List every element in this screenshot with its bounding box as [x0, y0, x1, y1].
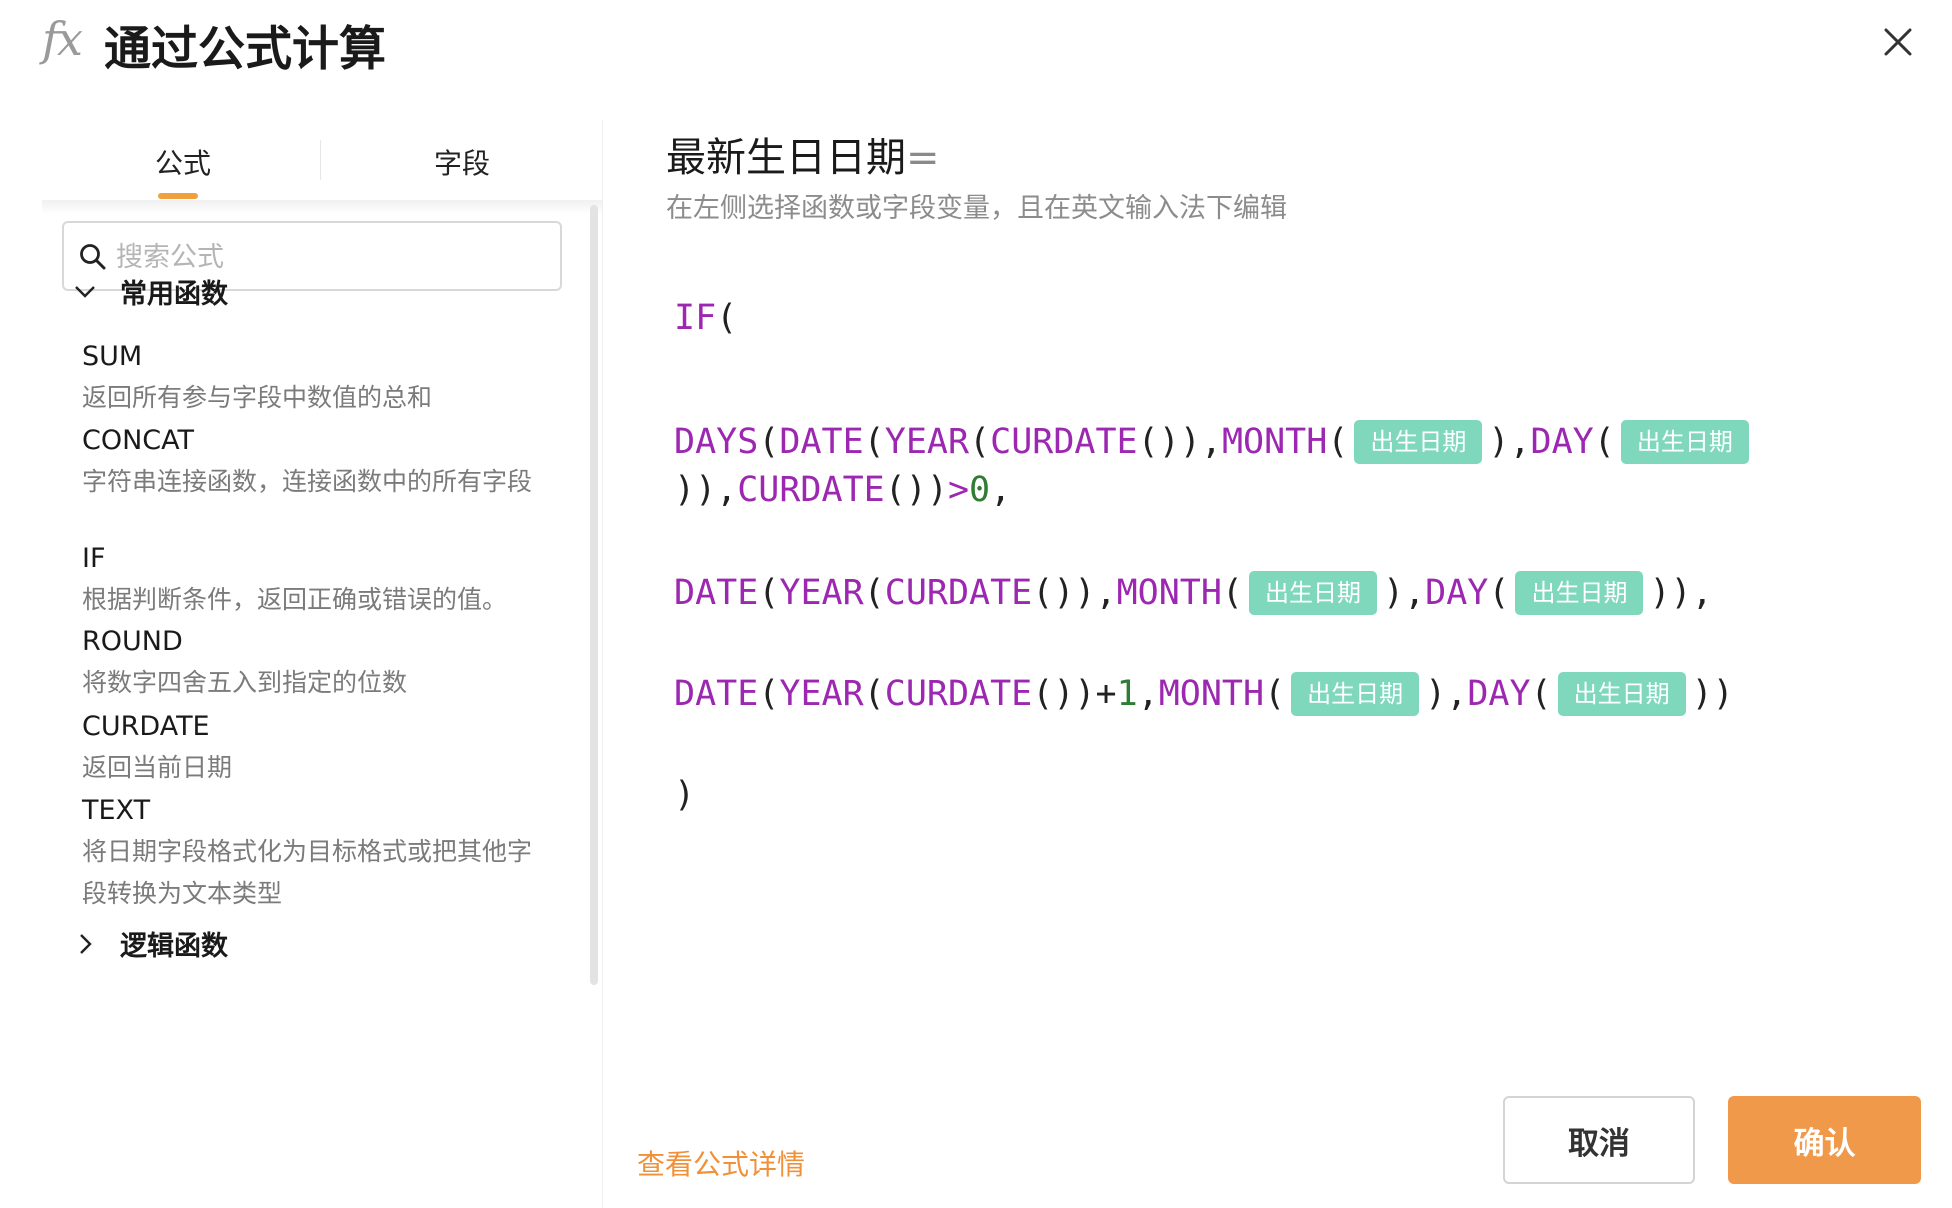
function-item-text[interactable]: TEXT 将日期字段格式化为目标格式或把其他字段转换为文本类型 — [82, 791, 542, 915]
field-chip[interactable]: 出生日期 — [1557, 672, 1686, 716]
formula-line: DATE(YEAR(CURDATE ()), MONTH(出生日期), DAY(出生日… — [674, 571, 1713, 615]
function-name: TEXT — [82, 795, 151, 826]
function-name: SUM — [82, 341, 143, 372]
active-tab-indicator — [158, 193, 198, 199]
group-logic-functions[interactable]: 逻辑函数 — [72, 924, 228, 963]
group-label: 常用函数 — [120, 279, 228, 310]
fx-icon: fx — [42, 12, 83, 66]
function-item-concat[interactable]: CONCAT 字符串连接函数，连接函数中的所有字段 — [82, 421, 542, 503]
field-chip[interactable]: 出生日期 — [1620, 420, 1749, 464]
field-name-heading: 最新生日日期= — [666, 125, 940, 183]
field-chip[interactable]: 出生日期 — [1249, 571, 1377, 615]
function-description: 将日期字段格式化为目标格式或把其他字段转换为文本类型 — [82, 837, 533, 908]
formula-line: DATE(YEAR(CURDATE ())+ 1, MONTH(出生日期), DAY(出… — [674, 672, 1734, 716]
function-description: 字符串连接函数，连接函数中的所有字段 — [82, 467, 533, 496]
function-name: CONCAT — [82, 425, 195, 456]
confirm-button[interactable]: 确认 — [1728, 1096, 1921, 1184]
function-item-sum[interactable]: SUM 返回所有参与字段中数值的总和 — [82, 337, 542, 419]
cancel-button[interactable]: 取消 — [1503, 1096, 1695, 1184]
chevron-right-icon — [80, 933, 92, 954]
formula-line: IF( — [674, 298, 738, 338]
formula-details-link[interactable]: 查看公式详情 — [637, 1143, 805, 1183]
function-item-curdate[interactable]: CURDATE 返回当前日期 — [82, 707, 542, 789]
formula-line: DAYS(DATE(YEAR(CURDATE ()), MONTH(出生日期), DA… — [674, 420, 1755, 464]
field-chip[interactable]: 出生日期 — [1354, 420, 1483, 464]
function-description: 返回当前日期 — [82, 753, 233, 782]
tab-formula[interactable]: 公式 — [155, 142, 211, 182]
tab-bar-shadow — [42, 200, 602, 214]
formula-function: IF — [674, 298, 717, 338]
search-icon — [78, 242, 108, 272]
formula-line: ) — [674, 775, 696, 815]
group-label: 逻辑函数 — [120, 931, 228, 962]
function-name: ROUND — [82, 626, 183, 657]
formula-line: )), CURDATE()) >0, — [674, 470, 1012, 510]
panel-divider — [602, 120, 603, 1208]
field-chip[interactable]: 出生日期 — [1291, 672, 1420, 716]
tab-field[interactable]: 字段 — [434, 142, 490, 182]
function-description: 根据判断条件，返回正确或错误的值。 — [82, 585, 508, 614]
function-description: 将数字四舍五入到指定的位数 — [82, 668, 408, 697]
group-common-functions[interactable]: 常用函数 — [72, 272, 228, 311]
chevron-down-icon — [75, 285, 95, 298]
function-name: CURDATE — [82, 711, 210, 742]
close-icon[interactable] — [1876, 20, 1920, 64]
function-panel: 公式 字段 常用函数 SUM 返回所有参与字段中数值的总和 CONCAT 字符串… — [42, 120, 602, 1208]
tab-divider — [320, 140, 321, 180]
field-name: 最新生日日期 — [666, 135, 906, 181]
function-name: IF — [82, 543, 106, 574]
equals-sign: = — [906, 135, 940, 181]
function-description: 返回所有参与字段中数值的总和 — [82, 383, 433, 412]
scrollbar[interactable] — [590, 205, 598, 985]
editor-hint: 在左侧选择函数或字段变量，且在英文输入法下编辑 — [666, 193, 1287, 224]
field-chip[interactable]: 出生日期 — [1515, 571, 1644, 615]
function-item-round[interactable]: ROUND 将数字四舍五入到指定的位数 — [82, 622, 542, 704]
dialog-title: 通过公式计算 — [104, 22, 386, 77]
function-item-if[interactable]: IF 根据判断条件，返回正确或错误的值。 — [82, 539, 542, 621]
